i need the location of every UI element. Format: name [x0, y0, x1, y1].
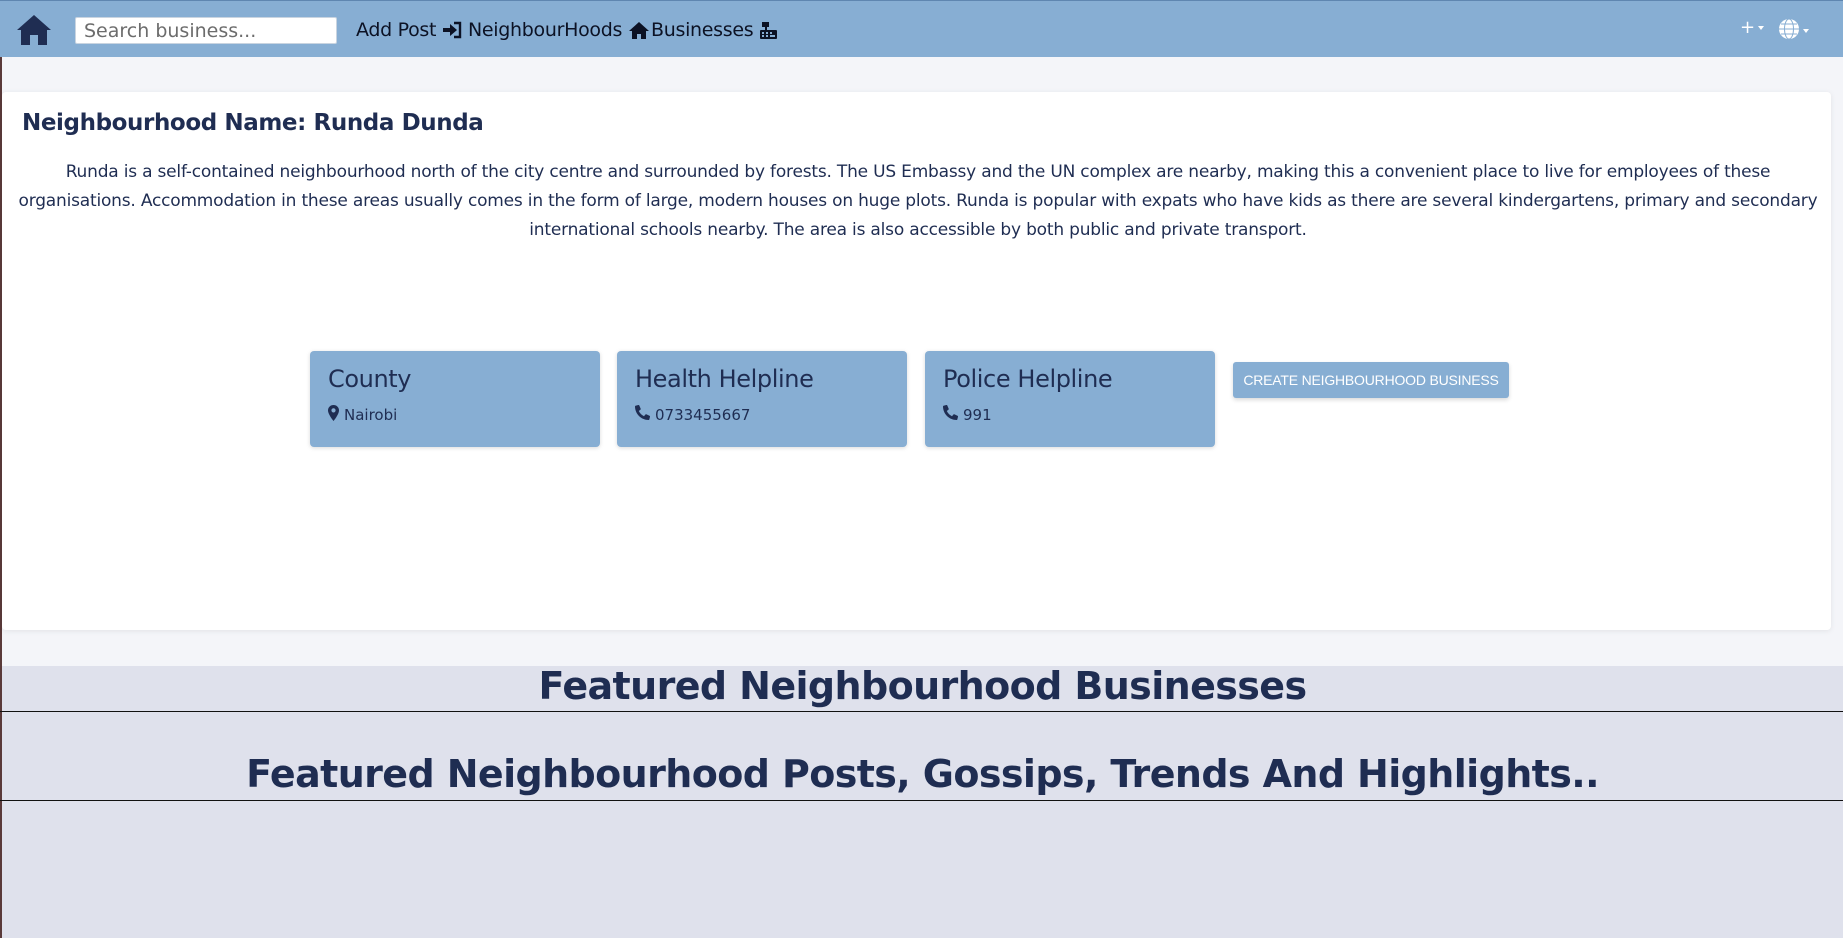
police-helpline-info-box: Police Helpline 991 — [925, 351, 1215, 447]
nav-link-label: NeighbourHoods — [468, 19, 623, 41]
county-info-box: County Nairobi — [310, 351, 600, 447]
info-box-value: 0733455667 — [635, 404, 751, 424]
info-box-title: County — [328, 365, 412, 393]
phone-icon — [635, 404, 651, 424]
nav-link-businesses[interactable]: Businesses — [651, 17, 778, 43]
police-helpline-value: 991 — [963, 405, 992, 424]
nav-link-add-post[interactable]: Add Post — [356, 17, 462, 43]
chevron-down-icon — [1803, 29, 1809, 33]
section-divider — [0, 711, 1843, 712]
language-dropdown[interactable] — [1778, 18, 1809, 44]
neighbourhood-description: Runda is a self-contained neighbourhood … — [18, 162, 1818, 240]
featured-posts-heading: Featured Neighbourhood Posts, Gossips, T… — [246, 752, 1599, 796]
health-helpline-value: 0733455667 — [655, 405, 751, 424]
featured-businesses-heading: Featured Neighbourhood Businesses — [538, 664, 1308, 708]
map-marker-icon — [328, 405, 339, 425]
nav-link-label: Add Post — [356, 19, 437, 41]
cash-register-icon — [759, 21, 778, 40]
info-box-value: Nairobi — [328, 405, 397, 425]
info-box-title: Police Helpline — [943, 365, 1113, 393]
info-box-title: Health Helpline — [635, 365, 814, 393]
neighbourhood-title: Neighbourhood Name: Runda Dunda — [22, 110, 484, 136]
neighbourhood-card: Neighbourhood Name: Runda Dunda Runda is… — [2, 92, 1831, 630]
health-helpline-info-box: Health Helpline 0733455667 — [617, 351, 907, 447]
globe-icon — [1778, 18, 1800, 44]
search-input[interactable] — [75, 17, 337, 44]
home-icon[interactable] — [16, 13, 52, 47]
top-navbar: Add Post NeighbourHoods Businesses — [0, 0, 1843, 57]
plus-icon: + — [1740, 17, 1756, 38]
home-icon — [628, 21, 650, 40]
phone-icon — [943, 404, 959, 424]
section-divider — [0, 800, 1843, 801]
create-neighbourhood-business-button[interactable]: CREATE NEIGHBOURHOOD BUSINESS — [1233, 362, 1509, 398]
nav-link-neighbourhoods[interactable]: NeighbourHoods — [468, 17, 650, 43]
county-value: Nairobi — [344, 406, 398, 424]
nav-link-label: Businesses — [651, 19, 754, 41]
chevron-down-icon — [1758, 25, 1765, 30]
add-dropdown[interactable]: + — [1740, 17, 1765, 38]
sign-in-icon — [442, 21, 462, 39]
info-box-value: 991 — [943, 404, 992, 424]
